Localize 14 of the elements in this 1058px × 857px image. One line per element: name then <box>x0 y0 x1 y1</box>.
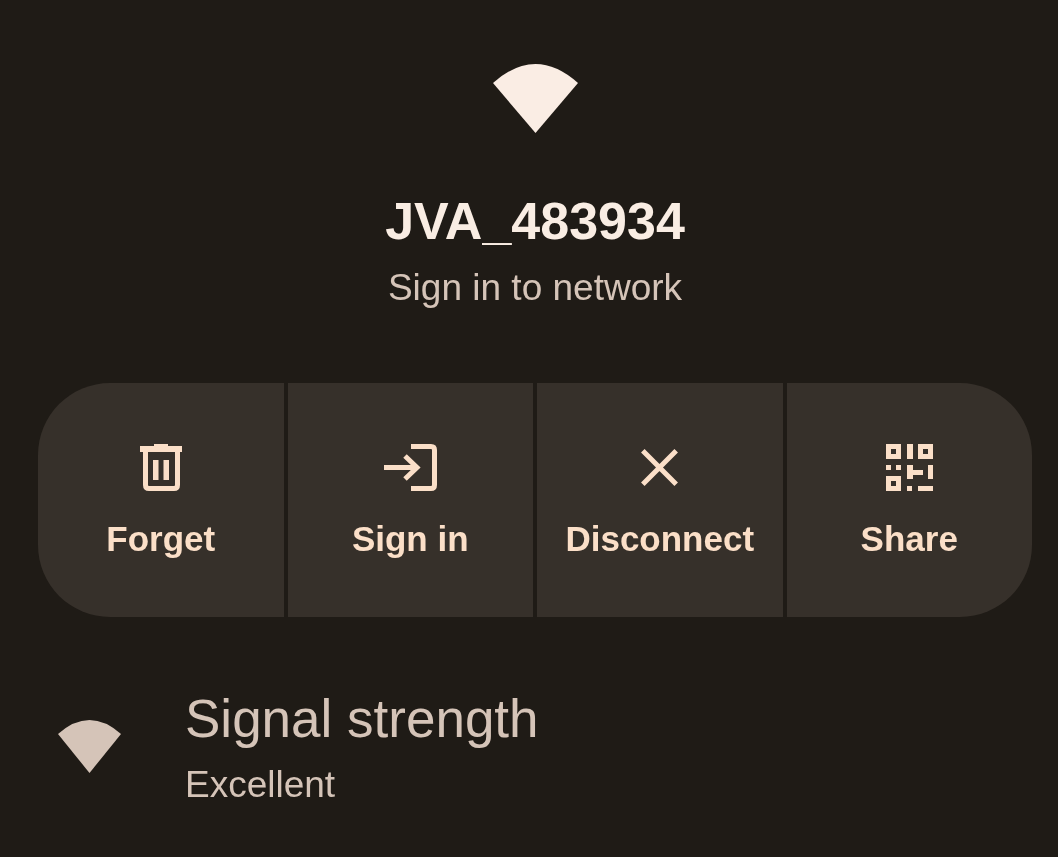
detail-title: Signal strength <box>185 688 539 750</box>
network-name: JVA_483934 <box>385 191 685 251</box>
sign-in-icon <box>383 444 437 491</box>
disconnect-button[interactable]: Disconnect <box>537 383 783 617</box>
sign-in-button[interactable]: Sign in <box>287 383 533 617</box>
trash-icon <box>139 444 182 491</box>
share-button[interactable]: Share <box>786 383 1032 617</box>
network-status: Sign in to network <box>387 266 683 310</box>
qr-code-icon <box>885 444 933 491</box>
detail-value: Excellent <box>185 763 337 807</box>
forget-button[interactable]: Forget <box>38 383 284 617</box>
wifi-icon <box>492 64 578 133</box>
close-icon <box>641 449 679 486</box>
wifi-signal-icon <box>58 720 121 773</box>
